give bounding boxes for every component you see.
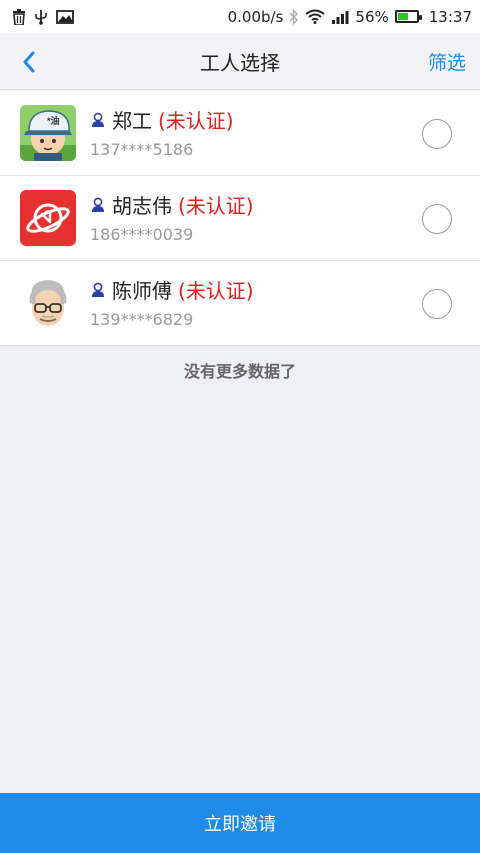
network-speed: 0.00b/s <box>227 7 284 26</box>
worker-name-line: 陈师傅 (未认证) <box>90 275 254 304</box>
bluetooth-icon <box>289 8 299 25</box>
worker-name-line: 胡志伟 (未认证) <box>90 190 254 219</box>
verification-status: (未认证) <box>178 279 254 303</box>
worker-name: 胡志伟 <box>112 194 172 218</box>
verification-status: (未认证) <box>158 109 234 133</box>
status-bar: 0.00b/s 56% 13:37 <box>0 0 480 33</box>
worker-row[interactable]: 胡志伟 (未认证) 186****0039 <box>0 176 480 261</box>
battery-percent: 56% <box>355 7 389 26</box>
wifi-icon <box>305 9 326 24</box>
avatar <box>20 275 76 331</box>
select-radio[interactable] <box>422 289 452 319</box>
worker-name: 郑工 <box>112 109 152 133</box>
signal-icon <box>331 10 349 24</box>
svg-text:*油: *油 <box>47 115 60 126</box>
battery-fill <box>397 13 408 20</box>
select-radio[interactable] <box>422 204 452 234</box>
page-title: 工人选择 <box>200 50 280 75</box>
person-icon <box>90 197 106 213</box>
person-icon <box>90 282 106 298</box>
verification-status: (未认证) <box>178 194 254 218</box>
worker-row[interactable]: *油 郑工 (未认证) 137****5186 <box>0 91 480 176</box>
nav-bar: 工人选择 筛选 <box>0 33 480 90</box>
battery-icon <box>394 10 422 23</box>
no-more-data-text: 没有更多数据了 <box>183 362 296 381</box>
image-icon <box>56 9 74 24</box>
filter-button[interactable]: 筛选 <box>428 48 466 75</box>
select-radio[interactable] <box>422 119 452 149</box>
worker-name-line: 郑工 (未认证) <box>90 105 234 134</box>
chevron-left-icon <box>23 51 35 73</box>
person-icon <box>90 112 106 128</box>
worker-list: *油 郑工 (未认证) 137****5186 胡志伟 (未认证) 186***… <box>0 91 480 346</box>
status-left <box>12 8 74 25</box>
avatar: *油 <box>20 105 76 161</box>
worker-row[interactable]: 陈师傅 (未认证) 139****6829 <box>0 261 480 346</box>
worker-phone: 137****5186 <box>90 140 194 159</box>
worker-phone: 186****0039 <box>90 225 194 244</box>
clock: 13:37 <box>428 7 472 26</box>
trash-icon <box>12 8 26 25</box>
status-right: 0.00b/s 56% 13:37 <box>228 8 472 26</box>
back-button[interactable] <box>14 47 44 77</box>
worker-name: 陈师傅 <box>112 279 172 303</box>
invite-button[interactable]: 立即邀请 <box>0 793 480 853</box>
avatar <box>20 190 76 246</box>
usb-icon <box>34 9 48 25</box>
worker-phone: 139****6829 <box>90 310 194 329</box>
